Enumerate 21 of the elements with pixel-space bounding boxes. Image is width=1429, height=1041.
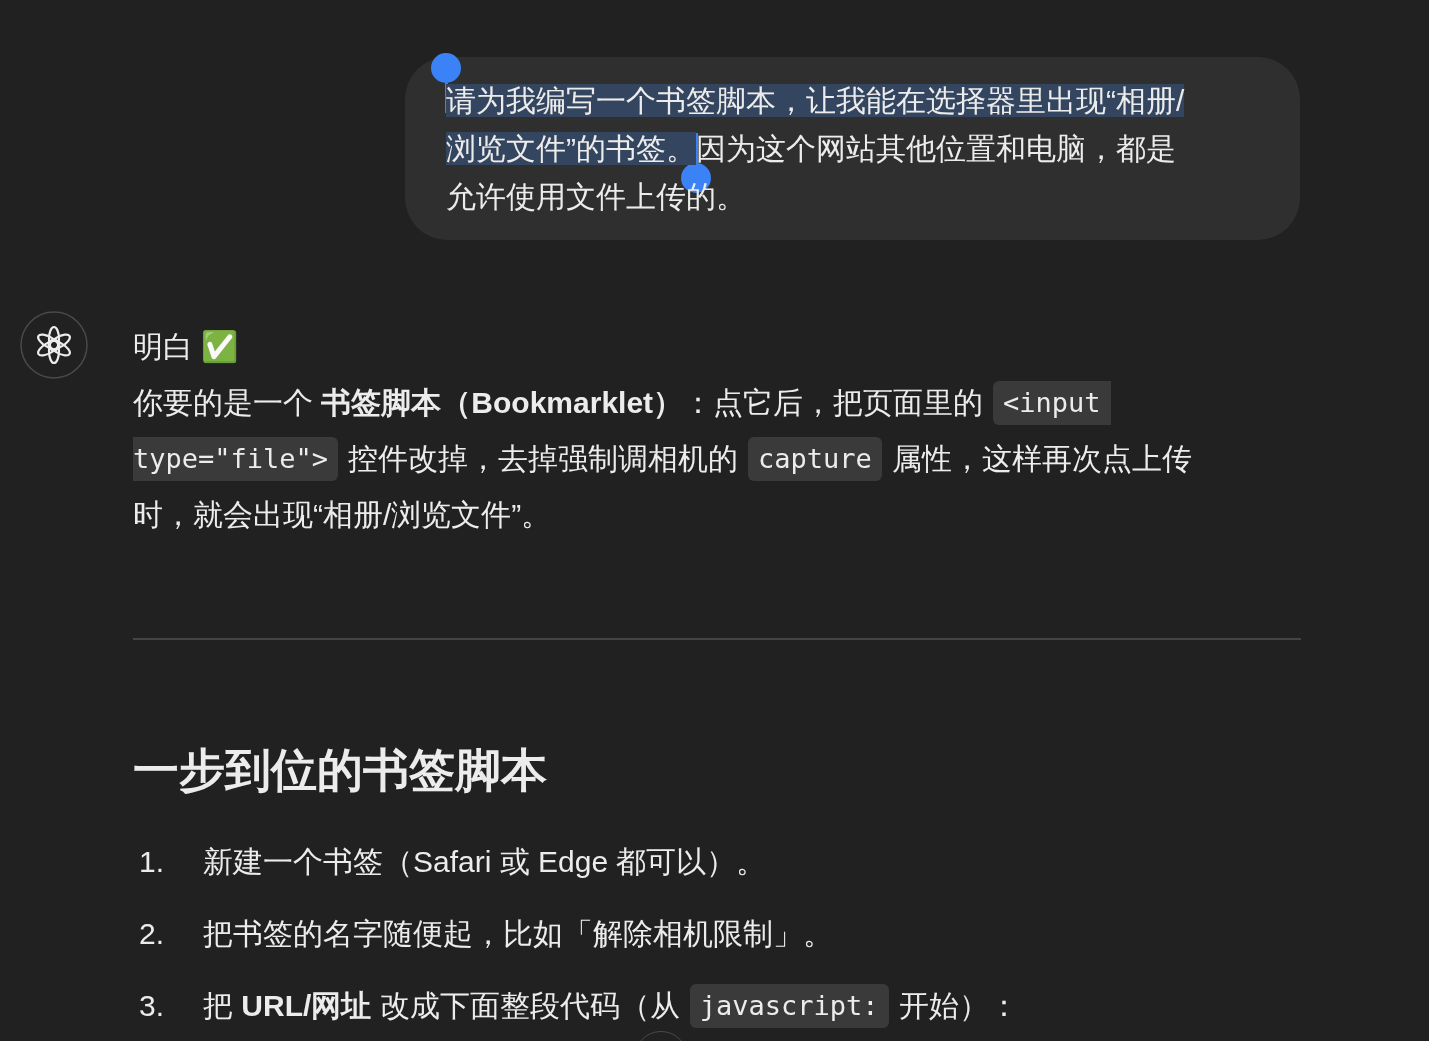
step-text: 把 URL/网址 改成下面整段代码（从 — [203, 988, 680, 1024]
inline-code: <input — [993, 381, 1111, 425]
step-number: 1. — [138, 844, 166, 880]
step-text: 开始）： — [898, 988, 1019, 1024]
step-text: 把书签的名字随便起，比如「解除相机限制」。 — [203, 916, 833, 952]
inline-code: javascript: — [689, 984, 889, 1028]
reply-text: 属性，这样再次点上传 — [891, 441, 1192, 477]
step-number: 2. — [138, 916, 166, 952]
assistant-avatar-icon — [20, 311, 88, 379]
reply-text: 控件改掉，去掉强制调相机的 — [348, 441, 739, 477]
step-number: 3. — [138, 988, 166, 1024]
selected-text: 浏览文件”的书签。 — [446, 132, 696, 165]
section-heading: 一步到位的书签脚本 — [133, 743, 547, 798]
message-text: 因为这个网站其他位置和电脑，都是 — [696, 132, 1176, 165]
inline-code: type="file"> — [133, 437, 339, 481]
inline-code: capture — [748, 437, 882, 481]
step-text: 新建一个书签（Safari 或 Edge 都可以）。 — [203, 844, 767, 880]
reply-text: 明白 ✅ — [133, 329, 240, 365]
reply-text: 时，就会出现“相册/浏览文件”。 — [133, 497, 552, 533]
reply-text: 你要的是一个 书签脚本（Bookmarklet）：点它后，把页面里的 — [133, 385, 984, 421]
selected-text: 请为我编写一个书签脚本，让我能在选择器里出现“相册/ — [446, 84, 1185, 117]
